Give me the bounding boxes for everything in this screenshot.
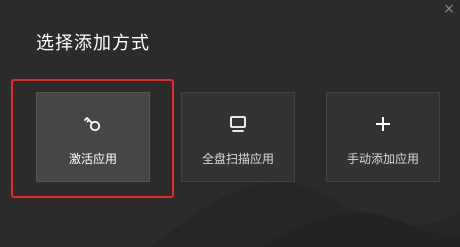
add-method-dialog: × 选择添加方式 激活应用 全盘扫描应用 手动添加应用 (0, 0, 460, 247)
option-label: 激活应用 (68, 152, 117, 166)
dialog-title: 选择添加方式 (36, 33, 150, 54)
close-icon: × (443, 1, 455, 17)
option-manual-add[interactable]: 手动添加应用 (326, 92, 440, 182)
monitor-icon (182, 113, 294, 135)
plus-icon (327, 113, 439, 135)
key-icon (37, 113, 149, 135)
option-label: 全盘扫描应用 (201, 152, 274, 166)
option-label: 手动添加应用 (346, 152, 419, 166)
option-activate-app[interactable]: 激活应用 (36, 92, 150, 182)
option-full-scan[interactable]: 全盘扫描应用 (181, 92, 295, 182)
close-button[interactable]: × (442, 2, 456, 16)
